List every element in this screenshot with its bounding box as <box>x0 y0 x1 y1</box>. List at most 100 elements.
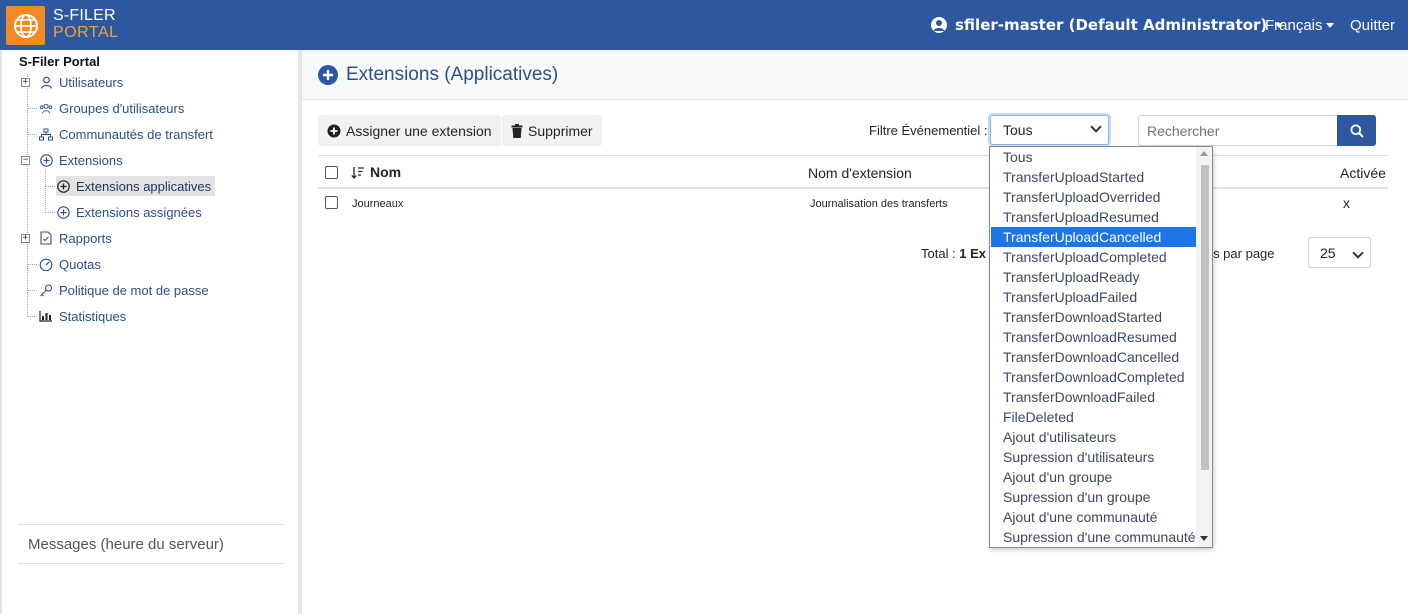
table-header: Nom Nom d'extension Activée <box>318 155 1388 189</box>
plus-circle-icon <box>39 153 53 167</box>
sort-icon <box>351 166 364 179</box>
sidebar-item-statistics[interactable]: Statistiques <box>39 306 126 326</box>
dropdown-option[interactable]: Tous <box>991 147 1196 167</box>
dropdown-option[interactable]: TransferUploadOverrided <box>991 187 1196 207</box>
sidebar-item-users[interactable]: Utilisateurs <box>39 72 123 92</box>
sidebar-item-label: Utilisateurs <box>59 74 124 90</box>
plus-circle-icon <box>318 65 338 85</box>
dropdown-option[interactable]: Supression d'une communauté <box>991 527 1196 547</box>
sidebar-item-label: Communautés de transfert <box>59 126 213 142</box>
tree-line <box>27 264 37 265</box>
column-active-header[interactable]: Activée <box>1340 165 1386 181</box>
dropdown-option[interactable]: TransferUploadCompleted <box>991 247 1196 267</box>
tree-line <box>45 212 55 213</box>
dropdown-option[interactable]: TransferUploadResumed <box>991 207 1196 227</box>
language-menu[interactable]: Français <box>1265 17 1334 34</box>
dropdown-option[interactable]: Supression d'utilisateurs <box>991 447 1196 467</box>
row-name: Journeaux <box>352 198 404 210</box>
total-count: Total : 1 Ex <box>921 246 986 261</box>
logo-line-1: S-FILER <box>53 7 116 24</box>
row-extension: Journalisation des transferts <box>810 198 948 210</box>
plus-circle-icon <box>56 205 70 219</box>
messages-title: Messages (heure du serveur) <box>28 536 224 553</box>
assign-extension-label: Assigner une extension <box>346 122 492 139</box>
sidebar-item-reports[interactable]: Rapports <box>39 228 112 248</box>
assign-extension-button[interactable]: Assigner une extension <box>318 115 501 146</box>
search-button[interactable] <box>1337 115 1376 146</box>
language-label: Français <box>1265 17 1323 34</box>
expand-toggle[interactable]: + <box>21 78 30 87</box>
sitemap-icon <box>39 127 53 141</box>
sidebar-item-password-policy[interactable]: Politique de mot de passe <box>39 280 209 300</box>
table-row[interactable]: Journeaux Journalisation des transferts … <box>318 189 1388 219</box>
scroll-down-icon[interactable] <box>1200 536 1208 541</box>
tree-root[interactable]: S-Filer Portal <box>19 54 100 69</box>
sidebar-item-assigned-extensions[interactable]: Extensions assignées <box>56 202 202 222</box>
bar-chart-icon <box>39 309 53 323</box>
collapse-toggle[interactable]: − <box>21 156 30 165</box>
dropdown-option[interactable]: TransferUploadStarted <box>991 167 1196 187</box>
per-page-select[interactable]: 25 <box>1308 237 1371 268</box>
dropdown-option[interactable]: Ajout d'utilisateurs <box>991 427 1196 447</box>
scrollbar-thumb[interactable] <box>1201 165 1209 470</box>
dropdown-option[interactable]: TransferUploadCancelled <box>991 227 1196 247</box>
dropdown-option[interactable]: TransferDownloadCompleted <box>991 367 1196 387</box>
scroll-up-icon[interactable] <box>1200 151 1208 156</box>
column-extension-header[interactable]: Nom d'extension <box>808 165 912 181</box>
sidebar-item-communities[interactable]: Communautés de transfert <box>39 124 213 144</box>
event-filter-select[interactable]: Tous <box>990 115 1109 145</box>
sidebar-item-label: Groupes d'utilisateurs <box>59 100 185 116</box>
dropdown-option[interactable]: TransferDownloadCancelled <box>991 347 1196 367</box>
logo-line-2: PORTAL <box>53 24 119 41</box>
dropdown-scrollbar[interactable] <box>1196 147 1212 547</box>
gauge-icon <box>39 257 53 271</box>
total-text: Total : 1 Ex <box>921 246 987 261</box>
tree-line <box>27 134 37 135</box>
sidebar-item-extensions[interactable]: Extensions <box>39 150 123 170</box>
chevron-down-icon <box>1352 247 1364 259</box>
dropdown-option[interactable]: TransferDownloadResumed <box>991 327 1196 347</box>
report-icon <box>39 231 53 245</box>
sidebar-item-app-extensions[interactable]: Extensions applicatives <box>56 176 216 196</box>
quit-link[interactable]: Quitter <box>1350 17 1395 34</box>
dropdown-option[interactable]: TransferDownloadStarted <box>991 307 1196 327</box>
dropdown-option[interactable]: TransferUploadFailed <box>991 287 1196 307</box>
delete-button[interactable]: Supprimer <box>502 115 602 146</box>
tree-line <box>45 186 55 187</box>
main-content: Extensions (Applicatives) Assigner une e… <box>302 50 1408 614</box>
globe-logo-icon[interactable] <box>6 6 45 45</box>
user-menu[interactable]: sfiler-master (Default Administrator) <box>931 16 1284 34</box>
users-group-icon <box>39 101 53 115</box>
sidebar-item-label: Extensions <box>59 152 123 168</box>
row-checkbox[interactable] <box>325 196 338 209</box>
plus-circle-icon <box>327 124 341 138</box>
user-circle-icon <box>931 17 947 33</box>
sidebar-item-user-groups[interactable]: Groupes d'utilisateurs <box>39 98 184 118</box>
dropdown-option[interactable]: TransferDownloadFailed <box>991 387 1196 407</box>
messages-panel[interactable]: Messages (heure du serveur) <box>18 524 284 564</box>
trash-icon <box>511 123 523 138</box>
sidebar-item-label: Extensions applicatives <box>76 178 212 194</box>
dropdown-option[interactable]: Ajout d'un groupe <box>991 467 1196 487</box>
dropdown-option[interactable]: FileDeleted <box>991 407 1196 427</box>
page-title: Extensions (Applicatives) <box>318 64 558 86</box>
top-bar: S-FILER PORTAL sfiler-master (Default Ad… <box>0 0 1408 50</box>
column-name-header[interactable]: Nom <box>351 164 401 180</box>
dropdown-option[interactable]: Ajout d'une communauté <box>991 507 1196 527</box>
column-name-label: Nom <box>370 164 402 180</box>
row-active: x <box>1343 195 1350 211</box>
sidebar-item-label: Quotas <box>59 256 101 272</box>
expand-toggle[interactable]: + <box>21 234 30 243</box>
chevron-down-icon <box>1090 121 1102 133</box>
dropdown-option[interactable]: Supression d'un groupe <box>991 487 1196 507</box>
search-input[interactable]: Rechercher <box>1138 115 1338 146</box>
sidebar-item-label: Statistiques <box>59 308 127 324</box>
plus-circle-icon <box>56 179 70 193</box>
delete-label: Supprimer <box>528 122 593 139</box>
sidebar-item-quotas[interactable]: Quotas <box>39 254 101 274</box>
dropdown-option[interactable]: TransferUploadReady <box>991 267 1196 287</box>
select-all-checkbox[interactable] <box>325 166 338 179</box>
user-name: sfiler-master (Default Administrator) <box>955 16 1268 34</box>
logo-text[interactable]: S-FILER PORTAL <box>53 7 119 41</box>
sidebar: S-Filer Portal + − + Utilisateurs Groupe… <box>0 50 298 614</box>
